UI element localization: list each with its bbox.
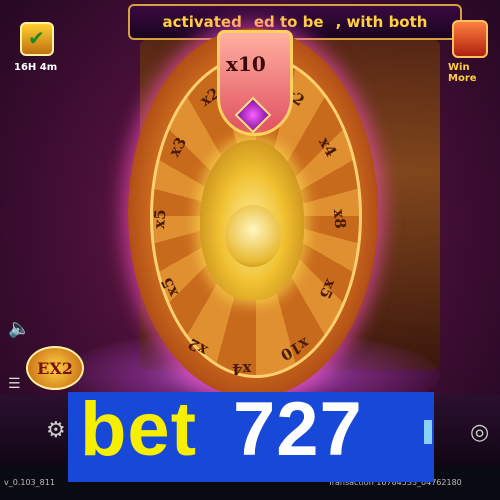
headline-word: bet [80, 387, 197, 472]
bonus-timer: 16H 4m [14, 62, 58, 73]
version-label: v_0.103_811 [4, 478, 55, 487]
wheel-segment-label: x4 [232, 360, 252, 378]
speaker-icon[interactable]: 🔈 [8, 318, 30, 340]
menu-icon[interactable]: ☰ [8, 376, 26, 392]
pointer-multiplier: x10 [226, 52, 266, 76]
gear-icon[interactable]: ⚙ [46, 418, 66, 443]
ex-badge[interactable]: EX2 [26, 346, 84, 390]
headline-accent [424, 420, 432, 444]
wheel-segment-label: x8 [329, 208, 350, 230]
win-more-icon[interactable] [452, 20, 488, 58]
win-more-label: Win More [448, 62, 477, 84]
checkmark-icon: ✔ [28, 26, 45, 50]
headline-title: bet 727 [80, 386, 363, 473]
jester-face-icon [225, 205, 281, 267]
headline-number: 727 [233, 387, 363, 472]
wheel-segment-label: x5 [149, 208, 170, 230]
autospin-icon[interactable]: ◎ [470, 420, 489, 445]
